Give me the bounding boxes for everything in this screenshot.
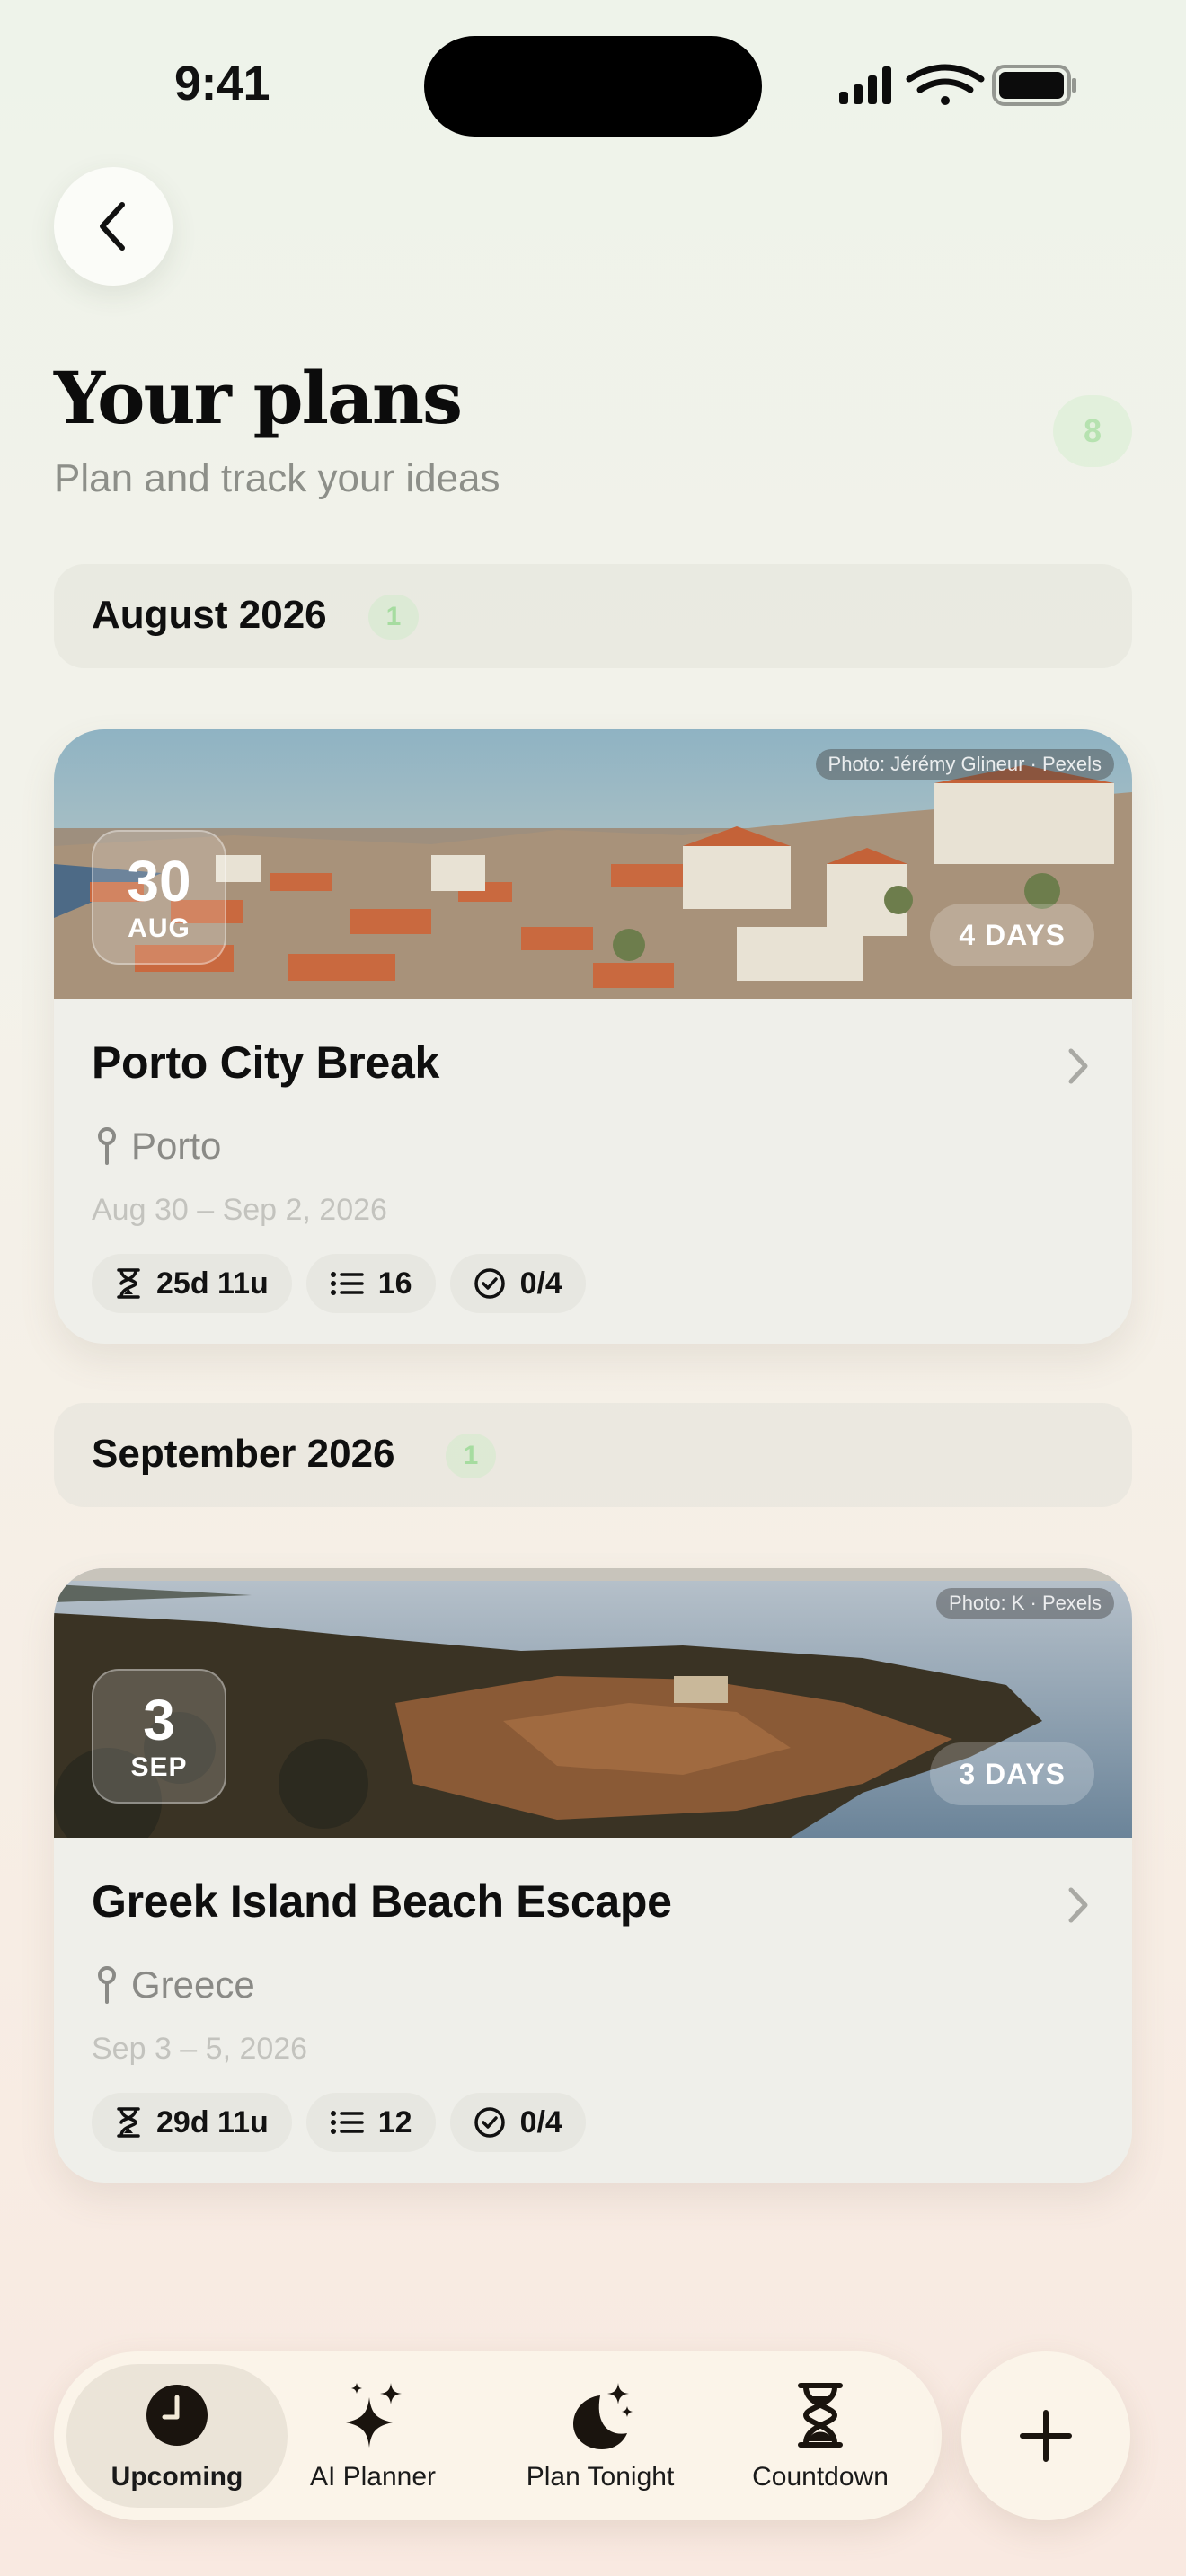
date-day: 3	[143, 1688, 175, 1752]
check-circle-icon	[474, 1268, 505, 1299]
plans-count-badge: 8	[1053, 395, 1132, 467]
sparkles-icon	[337, 2379, 409, 2451]
month-label: August 2026	[92, 593, 327, 637]
hourglass-icon	[117, 1268, 140, 1299]
trip-title: Greek Island Beach Escape	[92, 1876, 672, 1927]
checklist-chip: 0/4	[449, 2093, 586, 2152]
check-circle-icon	[474, 2107, 505, 2138]
trip-photo: Photo: Jérémy Glineur · Pexels 30 AUG 4 …	[54, 729, 1132, 999]
trip-photo: Photo: K · Pexels 3 SEP 3 DAYS	[54, 1568, 1132, 1838]
date-month: SEP	[130, 1752, 188, 1782]
tab-countdown[interactable]: Countdown	[728, 2364, 913, 2508]
page-title: Your plans	[54, 356, 463, 440]
tab-label: AI Planner	[309, 2462, 437, 2492]
page-subtitle: Plan and track your ideas	[54, 456, 500, 500]
countdown-chip: 25d 11u	[92, 1254, 292, 1313]
trip-title: Porto City Break	[92, 1037, 439, 1088]
moon-stars-icon	[564, 2379, 636, 2451]
checklist-chip: 0/4	[449, 1254, 586, 1313]
chevron-right-icon	[1068, 1048, 1088, 1084]
clock-icon	[141, 2379, 213, 2451]
chevron-left-icon	[100, 202, 125, 251]
month-section-header: August 2026 1	[54, 564, 1132, 668]
items-value: 12	[377, 2104, 412, 2139]
chevron-right-icon	[1068, 1887, 1088, 1923]
add-plan-button[interactable]	[961, 2351, 1130, 2520]
cellular-signal-icon	[839, 66, 891, 104]
countdown-value: 25d 11u	[156, 1266, 269, 1301]
hourglass-icon	[117, 2107, 140, 2138]
location-row: Greece	[92, 1960, 255, 2010]
month-count-badge: 1	[368, 595, 419, 640]
plus-icon	[1020, 2410, 1072, 2462]
checklist-value: 0/4	[519, 1266, 562, 1301]
date-month: AUG	[128, 913, 190, 943]
tab-label: Plan Tonight	[526, 2462, 675, 2492]
date-range: Aug 30 – Sep 2, 2026	[92, 1193, 387, 1227]
trip-card[interactable]: Photo: K · Pexels 3 SEP 3 DAYS Greek Isl…	[54, 1568, 1132, 2183]
dynamic-island	[424, 36, 762, 137]
checklist-value: 0/4	[519, 2104, 562, 2139]
photo-credit: Photo: K · Pexels	[936, 1588, 1114, 1619]
photo-credit: Photo: Jérémy Glineur · Pexels	[815, 749, 1114, 780]
items-chip: 12	[305, 2093, 436, 2152]
tab-label: Upcoming	[111, 2462, 243, 2492]
tab-plan-tonight[interactable]: Plan Tonight	[491, 2364, 710, 2508]
wifi-icon	[906, 64, 985, 105]
tab-upcoming[interactable]: Upcoming	[66, 2364, 288, 2508]
month-section-header: September 2026 1	[54, 1403, 1132, 1507]
back-button[interactable]	[54, 167, 173, 286]
status-icons	[839, 64, 1076, 106]
location-row: Porto	[92, 1121, 221, 1171]
stats-row: 29d 11u 12 0/4	[92, 2093, 586, 2152]
date-day: 30	[127, 849, 191, 913]
stats-row: 25d 11u 16 0/4	[92, 1254, 586, 1313]
pin-icon	[98, 1966, 116, 2004]
items-chip: 16	[305, 1254, 436, 1313]
list-icon	[330, 1272, 364, 1295]
pin-icon	[98, 1127, 116, 1165]
month-label: September 2026	[92, 1432, 395, 1476]
location-text: Porto	[131, 1125, 222, 1167]
location-text: Greece	[131, 1963, 255, 2006]
status-bar: 9:41	[0, 0, 1186, 171]
items-value: 16	[377, 1266, 412, 1301]
duration-badge: 3 DAYS	[930, 1742, 1094, 1805]
status-time: 9:41	[174, 57, 270, 110]
list-icon	[330, 2111, 364, 2134]
countdown-chip: 29d 11u	[92, 2093, 292, 2152]
date-range: Sep 3 – 5, 2026	[92, 2032, 308, 2066]
trip-card[interactable]: Photo: Jérémy Glineur · Pexels 30 AUG 4 …	[54, 729, 1132, 1344]
hourglass-icon	[784, 2379, 856, 2451]
duration-badge: 4 DAYS	[930, 904, 1094, 966]
date-badge: 3 SEP	[92, 1669, 226, 1804]
countdown-value: 29d 11u	[156, 2104, 269, 2139]
tab-bar: Upcoming AI Planner Plan Tonight Countdo…	[54, 2351, 942, 2520]
battery-icon	[992, 65, 1076, 106]
tab-label: Countdown	[752, 2462, 889, 2492]
month-count-badge: 1	[446, 1434, 496, 1478]
date-badge: 30 AUG	[92, 830, 226, 965]
tab-ai-planner[interactable]: AI Planner	[295, 2364, 451, 2508]
